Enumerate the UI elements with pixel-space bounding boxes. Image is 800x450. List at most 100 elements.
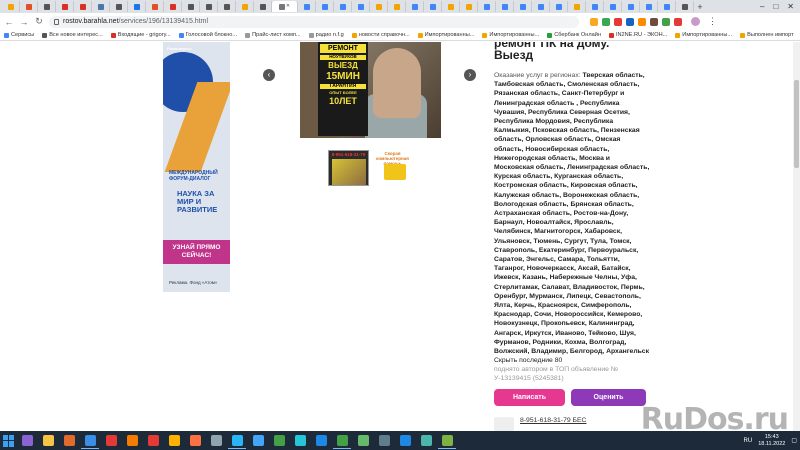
browser-tab[interactable] (676, 1, 694, 12)
bookmark-item[interactable]: Прайс-лист комп... (245, 32, 301, 38)
taskbar-app[interactable] (375, 433, 393, 449)
browser-tab[interactable] (622, 1, 640, 12)
taskbar-app[interactable] (39, 433, 57, 449)
bookmark-item[interactable]: Сбербанк Онлайн (547, 32, 601, 38)
taskbar-app[interactable] (18, 433, 36, 449)
bookmark-item[interactable]: Входящие - grigory... (110, 32, 171, 38)
taskbar-app[interactable] (312, 433, 330, 449)
browser-tab[interactable] (514, 1, 532, 12)
browser-tab[interactable] (146, 1, 164, 12)
phone-number[interactable]: 8-951-618-31-79 БЕС (520, 417, 586, 424)
bookmark-item[interactable]: Импортированны... (417, 32, 474, 38)
browser-tab[interactable] (442, 1, 460, 12)
browser-tab[interactable] (424, 1, 442, 12)
taskbar-app[interactable] (228, 433, 246, 449)
address-bar[interactable]: rostov.barahla.net/services/196/13139415… (49, 15, 579, 28)
extension-icon[interactable] (674, 17, 682, 26)
extension-icon[interactable] (590, 17, 598, 26)
gallery-next-icon[interactable]: › (464, 69, 476, 81)
extension-icon[interactable] (602, 17, 610, 26)
taskbar-app[interactable] (123, 433, 141, 449)
write-button[interactable]: Написать (494, 389, 565, 406)
browser-tab[interactable] (352, 1, 370, 12)
taskbar-app[interactable] (354, 433, 372, 449)
taskbar-app[interactable] (438, 433, 456, 449)
browser-tab[interactable] (550, 1, 568, 12)
browser-tab[interactable] (370, 1, 388, 12)
bookmark-item[interactable]: Сервисы (4, 32, 34, 38)
bookmark-item[interactable]: Голосовой блокно... (178, 32, 237, 38)
taskbar-app[interactable] (207, 433, 225, 449)
extension-icon[interactable] (626, 17, 634, 26)
start-menu-icon[interactable] (3, 434, 15, 447)
bookmark-item[interactable]: Импортированны... (482, 32, 539, 38)
bookmark-item[interactable]: новости справочн... (351, 32, 410, 38)
taskbar-app[interactable] (396, 433, 414, 449)
scrollbar-thumb[interactable] (794, 80, 799, 168)
clock[interactable]: 15:43 18.11.2022 (758, 434, 785, 448)
extension-icon[interactable] (662, 17, 670, 26)
taskbar-app[interactable] (417, 433, 435, 449)
gallery-prev-icon[interactable]: ‹ (263, 69, 275, 81)
menu-icon[interactable]: ⋮ (708, 16, 717, 27)
browser-tab[interactable] (218, 1, 236, 12)
browser-tab[interactable] (568, 1, 586, 12)
page-scrollbar[interactable] (793, 42, 800, 431)
browser-tab[interactable] (298, 1, 316, 12)
browser-tab[interactable] (316, 1, 334, 12)
browser-tab[interactable] (478, 1, 496, 12)
extension-icon[interactable] (614, 17, 622, 26)
browser-tab[interactable] (56, 1, 74, 12)
extension-icon[interactable] (638, 17, 646, 26)
browser-tab[interactable] (38, 1, 56, 12)
taskbar-app[interactable] (270, 433, 288, 449)
minimize-icon[interactable]: – (760, 2, 764, 11)
language-indicator[interactable]: RU (744, 438, 753, 444)
browser-tab[interactable] (200, 1, 218, 12)
browser-tab[interactable] (74, 1, 92, 12)
profile-avatar[interactable] (691, 17, 700, 26)
bookmark-item[interactable]: Выполнен импорт (740, 32, 794, 38)
taskbar-app[interactable] (60, 433, 78, 449)
rate-button[interactable]: Оценить (571, 389, 646, 406)
ad-cta[interactable]: УЗНАЙ ПРЯМО СЕЙЧАС! (163, 240, 230, 264)
browser-tab[interactable] (460, 1, 478, 12)
browser-tab[interactable] (496, 1, 514, 12)
browser-tab[interactable] (182, 1, 200, 12)
browser-tab[interactable] (236, 1, 254, 12)
ad-banner[interactable]: Росконгресс МЕЖДУНАРОДНЫЙ ФОРУМ-ДИАЛОГ Н… (163, 42, 230, 292)
browser-tab[interactable] (388, 1, 406, 12)
browser-tab[interactable]: ✕ (272, 1, 298, 12)
back-icon[interactable]: ← (4, 17, 14, 27)
browser-tab[interactable] (334, 1, 352, 12)
taskbar-app[interactable] (81, 433, 99, 449)
taskbar-app[interactable] (186, 433, 204, 449)
taskbar-app[interactable] (102, 433, 120, 449)
browser-tab[interactable] (20, 1, 38, 12)
browser-tab[interactable] (658, 1, 676, 12)
gallery-thumb-1[interactable]: 8-951-618-31-79 (328, 150, 369, 186)
browser-tab[interactable] (586, 1, 604, 12)
gallery-thumb-2[interactable]: Скорая компьютерная помощь (372, 150, 413, 186)
browser-tab[interactable] (532, 1, 550, 12)
browser-tab[interactable] (604, 1, 622, 12)
browser-tab[interactable] (164, 1, 182, 12)
close-window-icon[interactable]: ✕ (787, 2, 794, 11)
browser-tab[interactable] (2, 1, 20, 12)
taskbar-app[interactable] (165, 433, 183, 449)
browser-tab[interactable] (128, 1, 146, 12)
taskbar-app[interactable] (249, 433, 267, 449)
tab-close-icon[interactable]: ✕ (286, 4, 290, 9)
extension-icon[interactable] (650, 17, 658, 26)
reload-icon[interactable]: ↻ (34, 16, 44, 27)
gallery-main-photo[interactable]: РЕМОНТ НОУТБУКОВ ВЫЕЗД 15МИН ГАРАНТИЯ ОП… (300, 42, 441, 138)
browser-tab[interactable] (640, 1, 658, 12)
forward-icon[interactable]: → (19, 17, 29, 27)
taskbar-app[interactable] (333, 433, 351, 449)
browser-tab[interactable] (110, 1, 128, 12)
hide-regions-link[interactable]: Скрыть последние 80 (494, 356, 650, 365)
bookmark-item[interactable]: радио n.f.g (308, 32, 344, 38)
taskbar-app[interactable] (144, 433, 162, 449)
new-tab-icon[interactable]: + (694, 2, 706, 12)
notifications-icon[interactable]: ▢ (791, 437, 797, 444)
